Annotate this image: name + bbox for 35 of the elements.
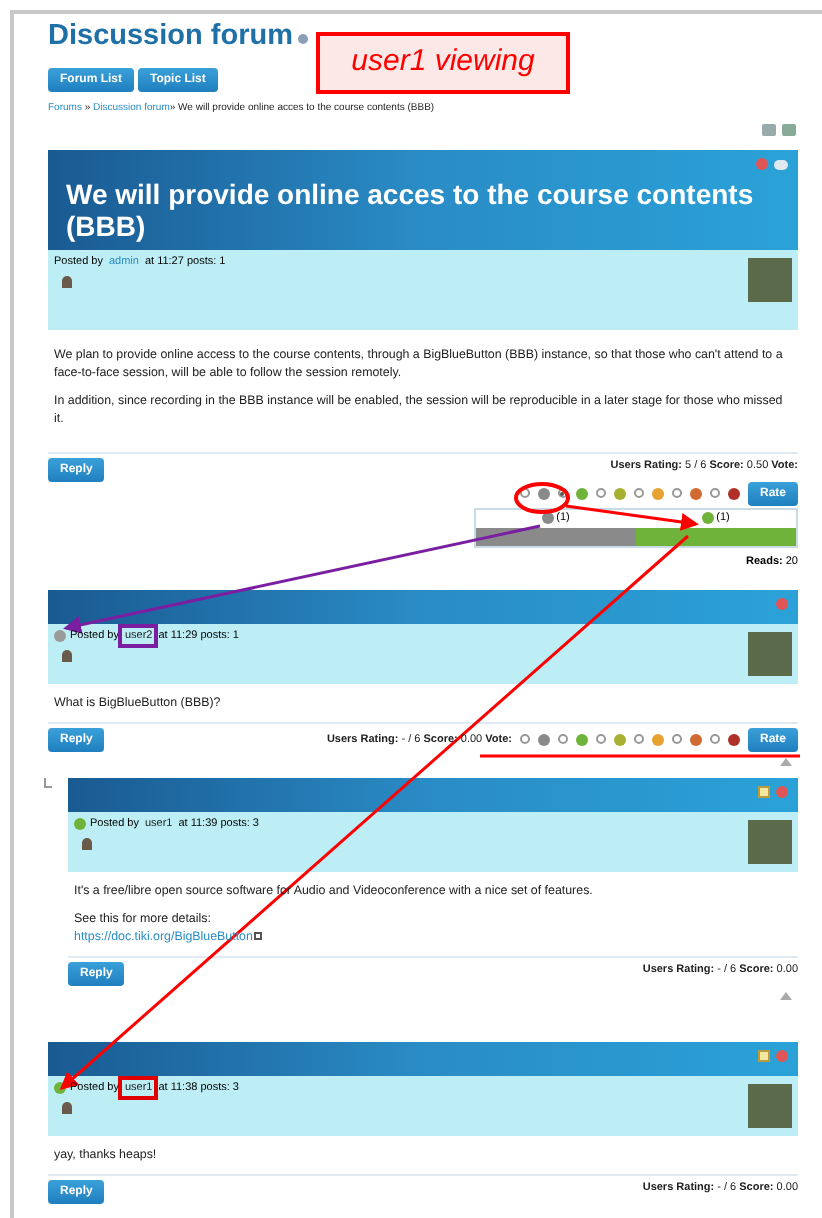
edit-icon[interactable] — [758, 785, 770, 798]
user-icon — [62, 650, 72, 662]
triangle-up-icon[interactable] — [780, 991, 792, 1000]
annotation-circle — [514, 482, 570, 514]
annotation-arrow — [565, 504, 699, 531]
page-title: Discussion forum — [48, 18, 293, 54]
avatar-photo-placeholder — [748, 1083, 792, 1128]
indent-corner — [44, 777, 52, 788]
vote-radio[interactable] — [519, 488, 530, 498]
vote-radio[interactable] — [557, 734, 568, 745]
avatar-photo-placeholder — [748, 631, 792, 676]
vote-radio[interactable] — [519, 734, 530, 745]
vote-radio[interactable] — [709, 488, 720, 498]
delete-icon[interactable] — [776, 1049, 788, 1062]
user-icon — [62, 1102, 72, 1114]
vote-radio[interactable] — [633, 734, 644, 745]
delete-icon[interactable] — [776, 785, 788, 798]
user-icon — [82, 838, 92, 850]
vote-radio[interactable] — [671, 734, 682, 745]
vote-radio[interactable] — [633, 488, 644, 498]
topic-title: We will provide online acces to the course contents (BBB) — [66, 177, 756, 241]
avatar-photo-placeholder — [748, 819, 792, 864]
help-icon[interactable] — [298, 34, 309, 44]
edit-icon[interactable] — [758, 1049, 770, 1062]
vote-radio[interactable] — [709, 734, 720, 745]
external-link-icon[interactable] — [254, 932, 263, 941]
vote-radio[interactable] — [595, 734, 606, 745]
vote-radio[interactable] — [671, 488, 682, 498]
user-icon — [62, 275, 72, 288]
triangle-up-icon[interactable] — [780, 757, 792, 766]
vote-radio[interactable] — [595, 488, 606, 498]
delete-icon[interactable] — [756, 157, 768, 169]
annotation-label: user1 viewing — [316, 32, 570, 94]
delete-icon[interactable] — [776, 597, 788, 610]
avatar-photo-placeholder — [748, 257, 792, 301]
